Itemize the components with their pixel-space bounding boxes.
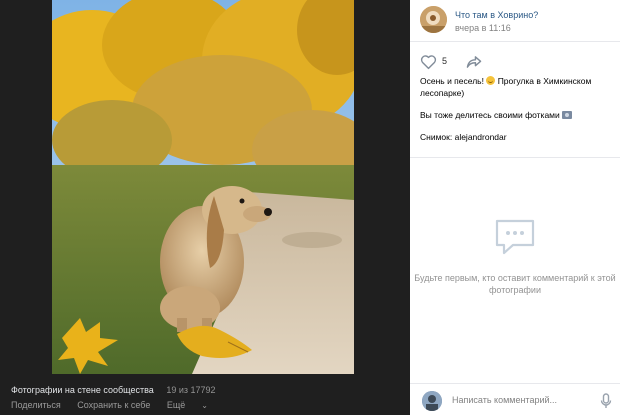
divider [410,157,620,158]
comment-bubble-icon [495,219,535,255]
photo-sidebar: Что там в Ховрино? вчера в 11:16 5 Осень… [410,0,620,415]
empty-comments-text: Будьте первым, кто оставит комментарий к… [414,273,616,295]
main-photo[interactable] [52,0,354,374]
dog-photo-image [52,0,354,374]
user-avatar [422,391,442,411]
photo-credit: Снимок: alejandrondar [420,131,615,143]
heart-outline-icon[interactable] [420,54,437,70]
description-text: Осень и песель! [420,76,487,86]
photo-description: Осень и песель! Прогулка в Химкинском ле… [420,75,615,153]
description-line-1: Осень и песель! Прогулка в Химкинском ле… [420,75,615,99]
comment-composer [422,391,617,411]
avatar-image [420,6,447,33]
photo-actions: Поделиться Сохранить к себе Ещё ⌄ [11,400,401,410]
author-name[interactable]: Что там в Ховрино? [455,10,538,20]
microphone-icon[interactable] [600,393,612,409]
photo-footer: Фотографии на стене сообщества 19 из 177… [11,385,401,410]
more-label: Ещё [166,400,186,410]
share-arrow-icon[interactable] [465,54,483,70]
divider [410,383,620,384]
photo-counter: 19 из 17792 [166,385,216,395]
chevron-down-icon: ⌄ [201,401,208,410]
album-info: Фотографии на стене сообщества 19 из 177… [11,385,401,395]
like-count: 5 [442,56,448,66]
save-link[interactable]: Сохранить к себе [77,400,150,410]
comment-input[interactable] [452,393,582,407]
description-line-2: Вы тоже делитесь своими фотками [420,109,615,121]
photo-viewer-panel: Фотографии на стене сообщества 19 из 177… [0,0,410,415]
album-title[interactable]: Фотографии на стене сообщества [11,385,154,395]
user-avatar-image [422,391,442,411]
divider [410,41,620,42]
more-menu[interactable]: Ещё ⌄ [167,400,222,410]
community-avatar[interactable] [420,6,447,33]
empty-comments-placeholder: Будьте первым, кто оставит комментарий к… [410,218,620,296]
share-link[interactable]: Поделиться [11,400,61,410]
credit-text: Снимок: alejandrondar [420,132,507,142]
description-text: Вы тоже делитесь своими фотками [420,110,563,120]
framed-picture-emoji-icon [562,111,573,119]
post-date[interactable]: вчера в 11:16 [455,23,511,33]
smile-emoji-icon [486,76,496,85]
